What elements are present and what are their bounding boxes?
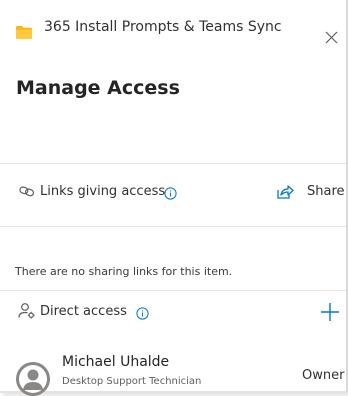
direct-access-section-header: Direct access — [0, 295, 346, 329]
close-button[interactable] — [322, 28, 342, 48]
manage-access-panel: 365 Install Prompts & Teams Sync Manage … — [0, 0, 348, 396]
links-section-label: Links giving access — [40, 184, 166, 199]
folder-icon — [16, 24, 32, 39]
person-name: Michael Uhalde — [62, 354, 170, 370]
people-settings-icon — [18, 302, 36, 320]
info-icon[interactable] — [164, 185, 177, 200]
plus-icon — [321, 303, 339, 321]
section-divider — [0, 163, 346, 164]
person-role: Desktop Support Technician — [62, 376, 202, 387]
info-icon[interactable] — [136, 305, 149, 320]
item-title: 365 Install Prompts & Teams Sync — [44, 19, 282, 35]
share-button[interactable]: Share — [276, 179, 346, 205]
link-icon — [18, 183, 36, 201]
direct-access-label: Direct access — [40, 304, 127, 319]
page-title: Manage Access — [16, 77, 180, 99]
share-icon — [276, 183, 294, 201]
links-section-header: Links giving access Share — [0, 175, 346, 209]
close-icon — [325, 31, 338, 44]
add-person-button[interactable] — [318, 300, 342, 324]
avatar — [16, 362, 50, 396]
section-divider — [0, 290, 346, 291]
empty-links-message: There are no sharing links for this item… — [15, 265, 233, 278]
permission-label[interactable]: Owner — [302, 368, 344, 383]
share-label: Share — [307, 184, 345, 199]
panel-header: 365 Install Prompts & Teams Sync — [0, 0, 346, 62]
person-row[interactable]: Michael Uhalde Desktop Support Technicia… — [0, 350, 346, 396]
section-divider — [0, 226, 346, 227]
